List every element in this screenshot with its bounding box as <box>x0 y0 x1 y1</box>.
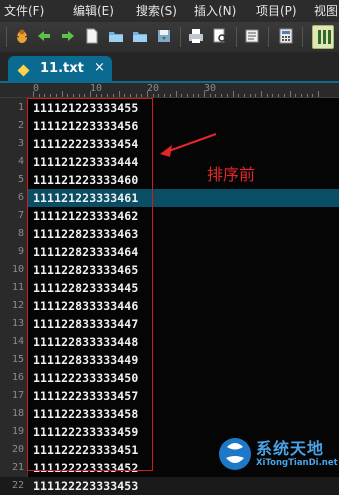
annotation-label: 排序前 <box>207 165 256 184</box>
line-number: 22 <box>11 480 24 491</box>
watermark-subtitle: XiTongTianDi.net <box>256 458 338 468</box>
watermark: 系统天地 XiTongTianDi.net <box>218 431 339 477</box>
annotation-arrow-icon <box>160 133 217 157</box>
watermark-title: 系统天地 <box>256 439 325 458</box>
text-line[interactable]: 111122223333453 <box>33 477 138 495</box>
logo-icon <box>219 438 251 470</box>
